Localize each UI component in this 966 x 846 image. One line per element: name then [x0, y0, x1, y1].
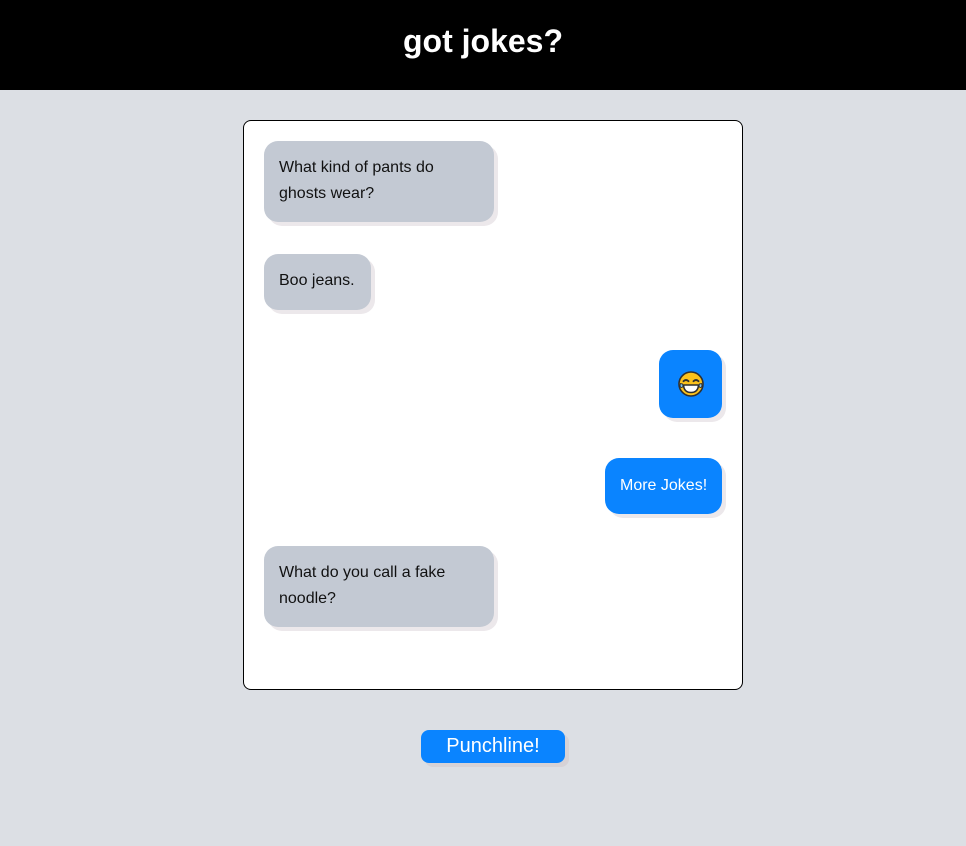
page-title: got jokes?: [402, 22, 563, 59]
bot-message: Boo jeans.: [264, 254, 371, 310]
punchline-button[interactable]: Punchline!: [421, 730, 565, 763]
bot-message: What kind of pants do ghosts wear?: [264, 141, 494, 222]
laughing-tears-emoji-icon: [677, 371, 704, 397]
bot-message: What do you call a fake noodle?: [264, 546, 494, 627]
app-header: got jokes?: [0, 0, 966, 90]
chat-window[interactable]: What kind of pants do ghosts wear? Boo j…: [243, 120, 743, 690]
more-jokes-message: More Jokes!: [605, 458, 722, 514]
user-reaction-message: [659, 350, 722, 418]
